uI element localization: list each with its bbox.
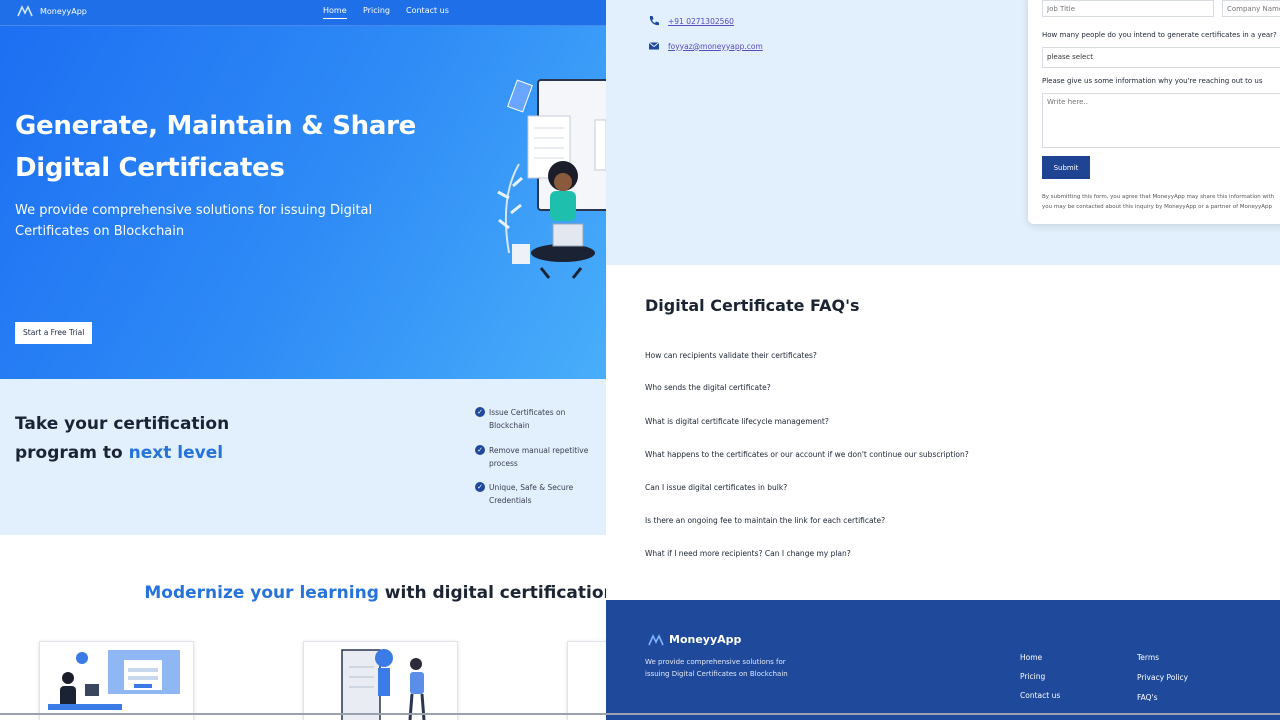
email-link[interactable]: foyyaz@moneyyapp.com [668,42,763,51]
feature-item: ✓ Issue Certificates on Blockchain [475,406,590,432]
check-circle-icon: ✓ [475,482,485,492]
modernize-suffix: with digital certification [378,583,606,603]
feature-text: Issue Certificates on Blockchain [489,408,566,430]
brand-logo[interactable]: MoneyyApp [17,5,87,17]
nav-contact-link[interactable]: Contact us [406,6,449,15]
bottom-divider [0,713,1280,715]
footer-link-contact[interactable]: Contact us [1020,691,1060,700]
mail-icon [648,42,660,50]
disclaimer-line: you may be contacted about this inquiry … [1042,204,1273,210]
faq-question[interactable]: Can I issue digital certificates in bulk… [645,483,787,492]
submit-button[interactable]: Submit [1042,156,1090,179]
check-circle-icon: ✓ [475,445,485,455]
next-level-accent: next level [128,443,224,463]
footer-link-faq[interactable]: FAQ's [1137,693,1158,702]
faq-question[interactable]: Who sends the digital certificate? [645,383,771,392]
contact-form-card: How many people do you intend to generat… [1028,0,1280,224]
footer-brand-name: MoneyyApp [669,633,742,646]
feature-item: ✓ Unique, Safe & Secure Credentials [475,481,590,507]
check-circle-icon: ✓ [475,407,485,417]
contact-email: foyyaz@moneyyapp.com [648,40,763,52]
certificate-illustration [341,649,426,720]
footer-link-privacy[interactable]: Privacy Policy [1137,673,1188,682]
feature-text: Remove manual repetitive process [489,446,589,468]
contact-section: +91 0271302560 foyyaz@moneyyapp.com How … [606,0,1280,265]
faq-question[interactable]: What if I need more recipients? Can I ch… [645,549,851,558]
faq-question[interactable]: How can recipients validate their certif… [645,351,817,360]
phone-icon [649,16,659,26]
logo-mark-icon [17,5,33,17]
contact-phone: +91 0271302560 [648,15,734,27]
landing-page-right: +91 0271302560 foyyaz@moneyyapp.com How … [606,0,1280,720]
start-free-trial-button[interactable]: Start a Free Trial [15,322,93,344]
next-level-heading: Take your certification program to next … [15,410,275,468]
faq-title: Digital Certificate FAQ's [645,296,860,315]
hero-illustration [497,79,606,279]
job-title-input[interactable] [1042,0,1214,17]
modernize-heading: Modernize your learning with digital cer… [0,583,606,603]
footer-link-pricing[interactable]: Pricing [1020,672,1045,681]
modernize-accent: Modernize your learning [144,583,379,603]
disclaimer-line: By submitting this form, you agree that … [1042,194,1275,200]
hero-section: MoneyyApp Home Pricing Contact us Genera… [0,0,606,379]
feature-card-share[interactable] [567,641,606,720]
nav-pricing-link[interactable]: Pricing [363,6,390,15]
hero-title: Generate, Maintain & Share Digital Certi… [15,111,416,183]
top-navbar: MoneyyApp Home Pricing Contact us [0,0,606,26]
form-disclaimer: By submitting this form, you agree that … [1042,192,1280,212]
company-name-input[interactable] [1222,0,1280,17]
feature-card-issue[interactable] [39,641,194,720]
feature-item: ✓ Remove manual repetitive process [475,444,590,470]
nav-home-link[interactable]: Home [323,6,347,19]
admin-dashboard-illustration [48,650,180,710]
reason-textarea[interactable] [1042,93,1280,148]
faq-question[interactable]: What happens to the certificates or our … [645,450,969,459]
footer-brand[interactable]: MoneyyApp [648,633,741,646]
faq-question[interactable]: Is there an ongoing fee to maintain the … [645,516,885,525]
brand-name: MoneyyApp [40,6,87,16]
hero-subtitle: We provide comprehensive solutions for i… [15,203,373,239]
phone-link[interactable]: +91 0271302560 [668,17,734,26]
feature-text: Unique, Safe & Secure Credentials [489,483,574,505]
certificate-count-select[interactable]: please select [1042,47,1280,68]
logo-mark-icon [648,633,664,645]
landing-page-left: MoneyyApp Home Pricing Contact us Genera… [0,0,606,720]
certificate-count-label: How many people do you intend to generat… [1042,31,1277,39]
faq-question[interactable]: What is digital certificate lifecycle ma… [645,417,829,426]
footer-description: We provide comprehensive solutions for i… [645,658,788,678]
site-footer: MoneyyApp We provide comprehensive solut… [606,600,1280,720]
footer-link-terms[interactable]: Terms [1137,653,1159,662]
certificate-count-value: please select [1047,53,1093,61]
footer-link-home[interactable]: Home [1020,653,1042,662]
reason-label: Please give us some information why you'… [1042,77,1263,85]
feature-card-verify[interactable] [303,641,458,720]
